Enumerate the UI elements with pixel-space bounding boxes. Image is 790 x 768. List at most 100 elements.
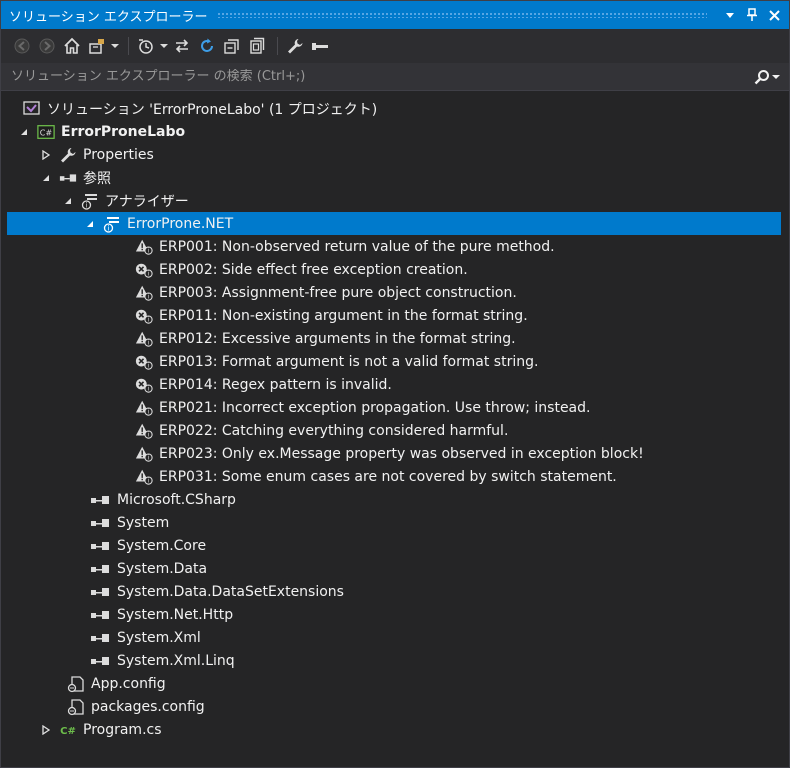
tree-item-app-config[interactable]: App.config [1,672,789,695]
tree-item-assembly-reference[interactable]: System.Core [1,534,789,557]
sync-icon[interactable] [171,35,193,57]
window-title: ソリューション エクスプローラー [9,9,208,25]
assembly-reference-icon [89,491,111,509]
tree-item-rule[interactable]: i ERP002: Side effect free exception crea… [1,258,789,281]
warning-rule-icon: i [135,445,153,463]
close-icon[interactable] [765,6,783,24]
search-input[interactable] [11,69,753,84]
tree-item-analyzer-errorprone[interactable]: i ErrorProne.NET [7,212,781,235]
forward-icon[interactable] [36,35,58,57]
tree-item-references[interactable]: 参照 [1,166,789,189]
tree-item-assembly-reference[interactable]: System.Xml [1,626,789,649]
collapsed-arrow-icon[interactable] [39,148,53,162]
tree-item-assembly-reference[interactable]: Microsoft.CSharp [1,488,789,511]
error-rule-icon: i [135,261,153,279]
search-icon[interactable] [753,68,771,86]
tree-item-assembly-reference[interactable]: System.Xml.Linq [1,649,789,672]
tree-item-label: ERP011: Non-existing argument in the for… [159,307,528,324]
assembly-reference-icon [89,560,111,578]
tree-item-label: ソリューション 'ErrorProneLabo' (1 プロジェクト) [47,101,378,118]
tree-item-solution[interactable]: ソリューション 'ErrorProneLabo' (1 プロジェクト) [1,97,789,120]
tree-item-label: ErrorProne.NET [127,215,234,232]
expanded-arrow-icon[interactable] [17,125,31,139]
warning-rule-icon: i [135,238,153,256]
expanded-arrow-icon[interactable] [61,194,75,208]
svg-text:i: i [108,224,110,232]
tree-item-rule[interactable]: i ERP022: Catching everything considered … [1,419,789,442]
warning-rule-icon: i [135,468,153,486]
tree-item-label: ERP003: Assignment-free pure object cons… [159,284,517,301]
error-rule-icon: i [135,353,153,371]
tree-item-rule[interactable]: i ERP003: Assignment-free pure object con… [1,281,789,304]
window-position-dropdown-icon[interactable] [721,6,739,24]
tree-item-rule[interactable]: i ERP023: Only ex.Message property was ob… [1,442,789,465]
tree-item-rule[interactable]: i ERP021: Incorrect exception propagation… [1,396,789,419]
collapsed-arrow-icon[interactable] [39,723,53,737]
tree-item-label: ERP023: Only ex.Message property was obs… [159,445,644,462]
svg-text:i: i [86,201,88,209]
tree-item-assembly-reference[interactable]: System.Data [1,557,789,580]
tree-item-analyzers[interactable]: i アナライザー [1,189,789,212]
references-icon [59,169,77,187]
warning-rule-icon: i [135,422,153,440]
tree-item-packages-config[interactable]: packages.config [1,695,789,718]
tree-item-label: App.config [91,675,166,692]
tree-item-label: System.Data [117,560,208,577]
analyzer-icon: i [81,192,99,210]
svg-text:C#: C# [40,127,53,137]
tree-item-label: System.Xml [117,629,201,646]
pending-changes-dropdown-icon[interactable] [160,43,168,49]
warning-rule-icon: i [135,330,153,348]
pin-icon[interactable] [743,6,761,24]
assembly-reference-icon [89,606,111,624]
csharp-file-icon: C# [59,721,77,739]
home-icon[interactable] [61,35,83,57]
expanded-arrow-icon[interactable] [83,217,97,231]
search-options-dropdown-icon[interactable] [771,68,781,86]
tree-item-program-cs[interactable]: C# Program.cs [1,718,789,741]
tree-item-properties[interactable]: Properties [1,143,789,166]
tree-item-assembly-reference[interactable]: System.Net.Http [1,603,789,626]
pending-changes-filter-icon[interactable] [135,35,157,57]
switch-views-dropdown-icon[interactable] [111,43,119,49]
tree-item-label: ERP012: Excessive arguments in the forma… [159,330,516,347]
collapse-all-icon[interactable] [221,35,243,57]
switch-views-icon[interactable] [86,35,108,57]
tree-item-label: System.Data.DataSetExtensions [117,583,344,600]
refresh-icon[interactable] [196,35,218,57]
drag-grip[interactable] [217,12,707,18]
tree-item-label: ERP013: Format argument is not a valid f… [159,353,539,370]
tree-item-rule[interactable]: i ERP001: Non-observed return value of th… [1,235,789,258]
properties-icon[interactable] [284,35,306,57]
back-icon[interactable] [11,35,33,57]
assembly-references-list: Microsoft.CSharp System System.Core System.… [1,488,789,672]
tree-item-label: ERP021: Incorrect exception propagation.… [159,399,591,416]
tree-item-label: System.Core [117,537,207,554]
config-file-icon [67,698,85,716]
tree-item-rule[interactable]: i ERP012: Excessive arguments in the form… [1,327,789,350]
tree-item-assembly-reference[interactable]: System.Data.DataSetExtensions [1,580,789,603]
tree-item-label: System.Xml.Linq [117,652,235,669]
solution-tree: ソリューション 'ErrorProneLabo' (1 プロジェクト) C# E… [1,91,789,741]
tree-item-assembly-reference[interactable]: System [1,511,789,534]
title-bar[interactable]: ソリューション エクスプローラー [1,1,789,29]
warning-rule-icon: i [135,399,153,417]
expanded-arrow-icon[interactable] [39,171,53,185]
assembly-reference-icon [89,652,111,670]
svg-text:C#: C# [60,726,76,737]
tree-item-label: Program.cs [83,721,162,738]
show-all-files-icon[interactable] [246,35,268,57]
tree-item-label: ErrorProneLabo [61,123,186,140]
tree-item-project[interactable]: C# ErrorProneLabo [1,120,789,143]
error-rule-icon: i [135,376,153,394]
assembly-reference-icon [89,537,111,555]
tree-item-rule[interactable]: i ERP011: Non-existing argument in the fo… [1,304,789,327]
tree-item-label: Properties [83,146,154,163]
preview-icon[interactable] [309,35,331,57]
tree-item-rule[interactable]: i ERP031: Some enum cases are not covered… [1,465,789,488]
tree-item-label: Microsoft.CSharp [117,491,236,508]
tree-item-rule[interactable]: i ERP014: Regex pattern is invalid. [1,373,789,396]
warning-rule-icon: i [135,284,153,302]
solution-icon [23,100,41,118]
tree-item-rule[interactable]: i ERP013: Format argument is not a valid … [1,350,789,373]
